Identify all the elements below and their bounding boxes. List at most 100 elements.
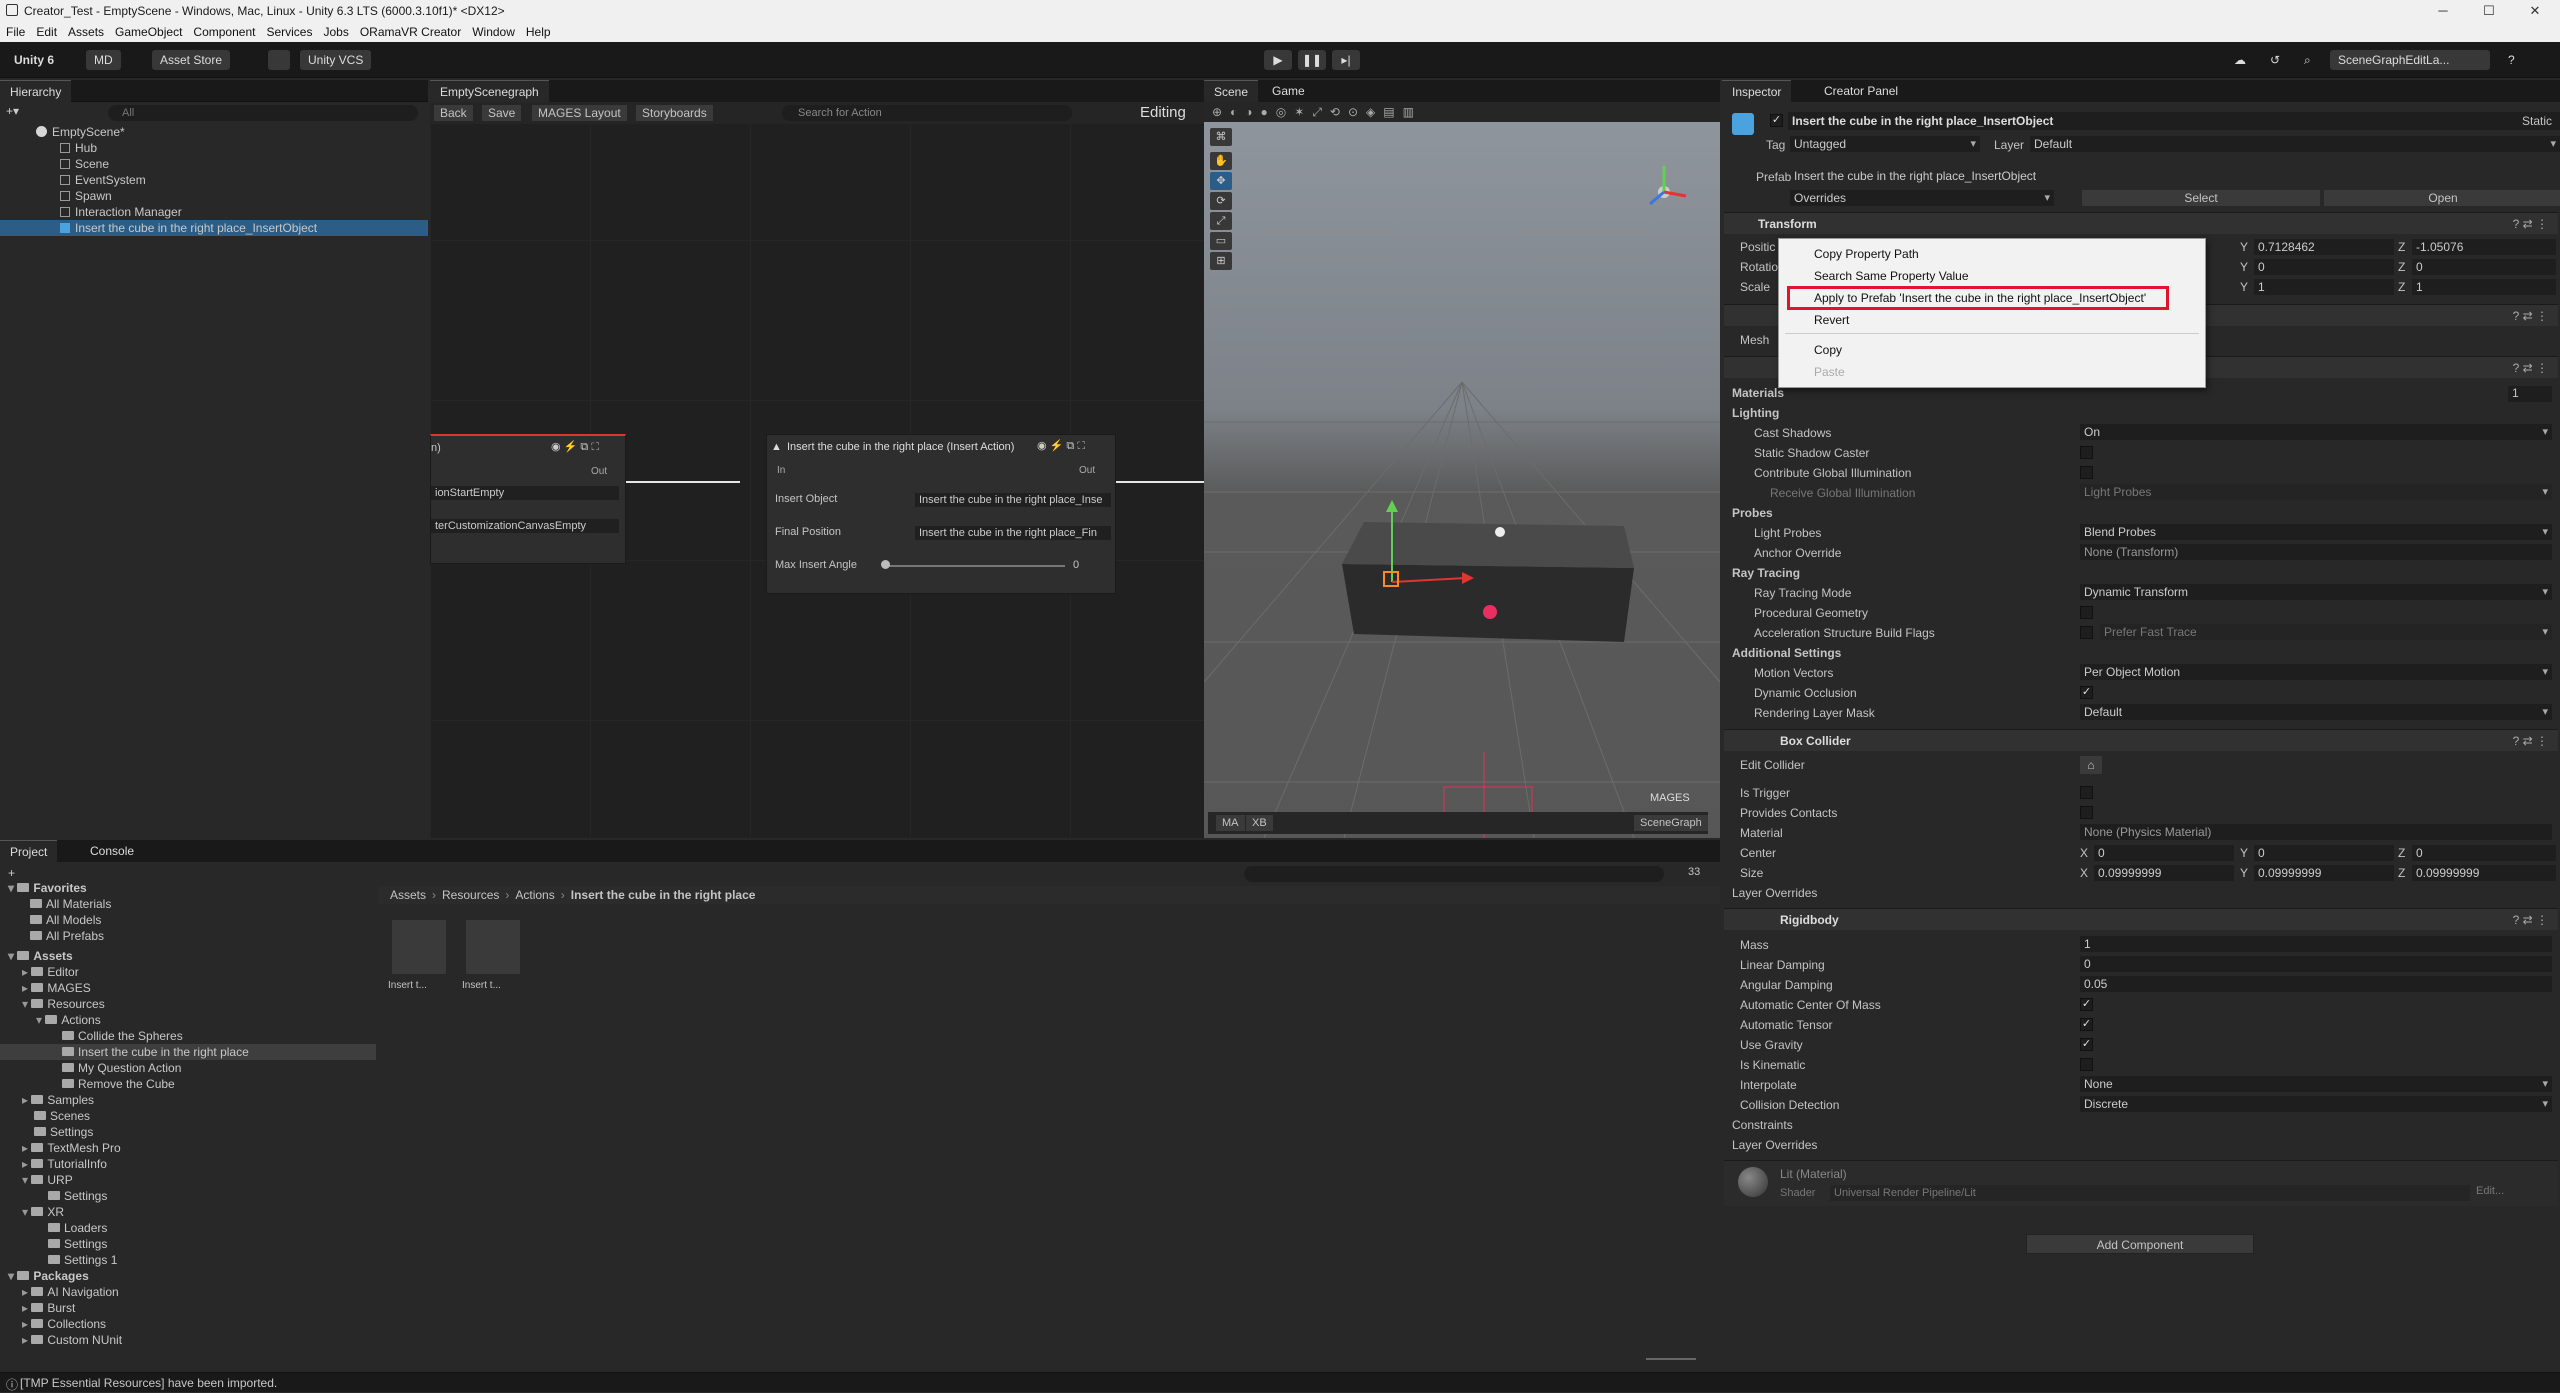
save-button[interactable]: Save xyxy=(482,105,522,121)
linear-damping-field[interactable]: 0 xyxy=(2080,956,2552,972)
shader-dropdown[interactable]: Universal Render Pipeline/Lit xyxy=(1830,1185,2470,1201)
component-menu-icon[interactable]: ? ⇄ ⋮ xyxy=(2513,357,2548,379)
layout-dropdown[interactable]: SceneGraphEditLa... xyxy=(2330,50,2490,70)
gizmo-menu-icon[interactable]: ⌘ xyxy=(1210,128,1232,146)
foldout-arrow-icon[interactable]: ▾ xyxy=(8,1269,17,1283)
project-tree-item[interactable]: Loaders xyxy=(0,1220,376,1236)
project-tree-item[interactable]: All Prefabs xyxy=(0,928,376,944)
foldout-arrow-icon[interactable]: ▸ xyxy=(22,1141,31,1155)
insert-action-node[interactable]: ▲ Insert the cube in the right place (In… xyxy=(766,434,1116,594)
breadcrumb-item[interactable]: Resources xyxy=(442,888,499,902)
foldout-arrow-icon[interactable]: ▸ xyxy=(22,1285,31,1299)
foldout-arrow-icon[interactable]: ▸ xyxy=(22,981,31,995)
cloud-icon[interactable]: ☁ xyxy=(2226,50,2254,70)
project-search-input[interactable] xyxy=(1244,866,1664,882)
menu-component[interactable]: Component xyxy=(193,25,255,39)
asset-thumbnail[interactable] xyxy=(392,920,446,974)
scale-y-field[interactable]: 1 xyxy=(2254,279,2394,295)
foldout-arrow-icon[interactable]: ▸ xyxy=(22,1333,31,1347)
thumbnail-size-slider[interactable] xyxy=(1646,1358,1696,1360)
breadcrumb-item[interactable]: Actions xyxy=(515,888,554,902)
is-trigger-checkbox[interactable] xyxy=(2080,786,2093,799)
account-button[interactable]: MD xyxy=(86,50,121,70)
foldout-arrow-icon[interactable]: ▾ xyxy=(22,997,31,1011)
mass-field[interactable]: 1 xyxy=(2080,936,2552,952)
prefab-asset-field[interactable]: Insert the cube in the right place_Inser… xyxy=(1790,168,2560,184)
menu-item-copy[interactable]: Copy xyxy=(1814,343,1842,357)
view-tool-icon[interactable]: ✋ xyxy=(1210,152,1232,170)
status-message[interactable]: [TMP Essential Resources] have been impo… xyxy=(20,1376,277,1390)
node-field[interactable]: ionStartEmpty xyxy=(431,486,619,500)
ma-button[interactable]: MA xyxy=(1216,815,1245,831)
tab-creator-panel[interactable]: Creator Panel xyxy=(1814,80,1909,102)
maximize-button[interactable]: ☐ xyxy=(2466,0,2512,22)
breadcrumb-item[interactable]: Insert the cube in the right place xyxy=(571,888,756,902)
foldout-arrow-icon[interactable]: ▾ xyxy=(8,949,17,963)
hierarchy-item-selected[interactable]: Insert the cube in the right place_Inser… xyxy=(0,220,428,236)
project-tree-item[interactable]: ▸ TextMesh Pro xyxy=(0,1140,376,1156)
open-button[interactable]: Open xyxy=(2324,190,2560,206)
center-x-field[interactable]: 0 xyxy=(2094,845,2234,861)
scale-tool-icon[interactable]: ⤢ xyxy=(1210,212,1232,230)
project-tree-item[interactable]: ▸ MAGES xyxy=(0,980,376,996)
max-angle-value[interactable]: 0 xyxy=(1073,559,1079,571)
hierarchy-item[interactable]: Spawn xyxy=(0,188,428,204)
collider-material-field[interactable]: None (Physics Material) xyxy=(2080,824,2552,840)
rb-layer-overrides-foldout[interactable]: Layer Overrides xyxy=(1732,1138,1817,1152)
move-tool-icon[interactable]: ✥ xyxy=(1210,172,1232,190)
collision-detection-dropdown[interactable]: Discrete xyxy=(2080,1096,2552,1112)
asset-thumbnail[interactable] xyxy=(466,920,520,974)
project-tree-item[interactable]: ▾ URP xyxy=(0,1172,376,1188)
asset-label[interactable]: Insert t... xyxy=(462,980,501,991)
slider-handle[interactable] xyxy=(881,560,890,569)
unity-version-button[interactable]: Unity 6 xyxy=(6,50,62,70)
breadcrumb-item[interactable]: Assets xyxy=(390,888,426,902)
receive-gi-dropdown[interactable]: Light Probes xyxy=(2080,484,2552,500)
xb-button[interactable]: XB xyxy=(1246,815,1273,831)
rendering-layer-dropdown[interactable]: Default xyxy=(2080,704,2552,720)
edit-collider-button[interactable]: ⌂ xyxy=(2080,756,2102,774)
hierarchy-item[interactable]: Scene xyxy=(0,156,428,172)
menu-gameobject[interactable]: GameObject xyxy=(115,25,182,39)
size-x-field[interactable]: 0.09999999 xyxy=(2094,865,2234,881)
project-tree-item[interactable]: All Models xyxy=(0,912,376,928)
foldout-arrow-icon[interactable]: ▸ xyxy=(22,1157,31,1171)
motion-vectors-dropdown[interactable]: Per Object Motion xyxy=(2080,664,2552,680)
component-menu-icon[interactable]: ? ⇄ ⋮ xyxy=(2513,730,2548,752)
minimize-button[interactable]: ─ xyxy=(2420,0,2466,22)
help-icon[interactable]: ? xyxy=(2500,50,2523,70)
component-menu-icon[interactable]: ? ⇄ ⋮ xyxy=(2513,305,2548,327)
static-label[interactable]: Static xyxy=(2522,114,2552,128)
object-name-field[interactable]: Insert the cube in the right place_Inser… xyxy=(1788,112,2560,130)
mages-layout-button[interactable]: MAGES Layout xyxy=(532,105,627,121)
final-position-field[interactable]: Insert the cube in the right place_Fin xyxy=(915,526,1111,540)
provides-contacts-checkbox[interactable] xyxy=(2080,806,2093,819)
anchor-override-field[interactable]: None (Transform) xyxy=(2080,544,2552,560)
project-tree-item[interactable]: ▾ Resources xyxy=(0,996,376,1012)
action-search-input[interactable]: Search for Action xyxy=(782,105,1072,121)
foldout-arrow-icon[interactable]: ▸ xyxy=(22,965,31,979)
project-tree-item[interactable]: ▸ Samples xyxy=(0,1092,376,1108)
add-component-button[interactable]: Add Component xyxy=(2026,1234,2254,1254)
project-tree-item[interactable]: ▸ Burst xyxy=(0,1300,376,1316)
light-probes-dropdown[interactable]: Blend Probes xyxy=(2080,524,2552,540)
collider-layer-overrides-foldout[interactable]: Layer Overrides xyxy=(1732,886,1817,900)
history-icon[interactable]: ↺ xyxy=(2262,50,2288,70)
accel-flags-checkbox[interactable] xyxy=(2080,626,2093,639)
tab-project[interactable]: Project xyxy=(0,840,58,862)
assets-root[interactable]: ▾ Assets xyxy=(0,948,376,964)
static-shadow-caster-checkbox[interactable] xyxy=(2080,446,2093,459)
foldout-arrow-icon[interactable]: ▾ xyxy=(36,1013,45,1027)
procedural-geometry-checkbox[interactable] xyxy=(2080,606,2093,619)
active-checkbox[interactable]: ✓ xyxy=(1770,114,1783,127)
hierarchy-search-input[interactable]: All xyxy=(108,105,418,121)
accel-flags-dropdown[interactable]: Prefer Fast Trace xyxy=(2100,624,2552,640)
menu-window[interactable]: Window xyxy=(472,25,515,39)
storyboards-button[interactable]: Storyboards xyxy=(636,105,713,121)
contribute-gi-checkbox[interactable] xyxy=(2080,466,2093,479)
pause-button[interactable]: ❚❚ xyxy=(1298,50,1326,70)
component-menu-icon[interactable]: ? ⇄ ⋮ xyxy=(2513,213,2548,235)
project-tree-item[interactable]: ▾ XR xyxy=(0,1204,376,1220)
additional-settings-foldout[interactable]: Additional Settings xyxy=(1732,646,1841,660)
tab-console[interactable]: Console xyxy=(80,840,145,862)
